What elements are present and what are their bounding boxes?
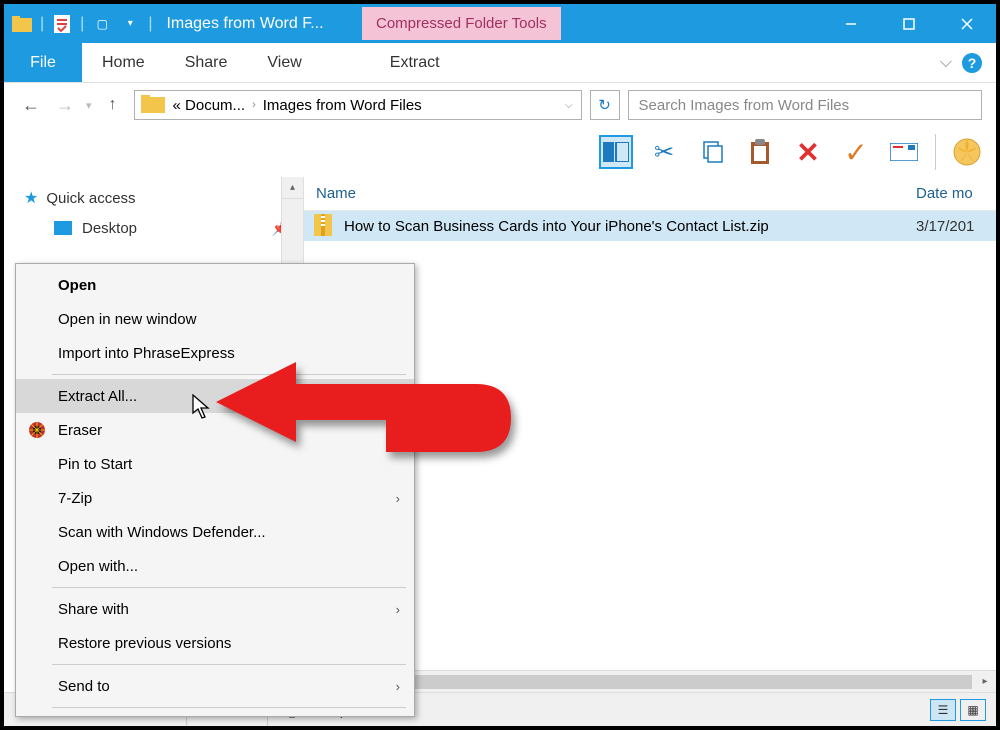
chevron-right-icon: › (396, 679, 400, 694)
file-row[interactable]: How to Scan Business Cards into Your iPh… (304, 211, 996, 241)
address-bar[interactable]: « Docum... › Images from Word Files ⌵ (134, 90, 582, 120)
context-menu-item-label: Share with (58, 601, 129, 618)
file-name: How to Scan Business Cards into Your iPh… (344, 218, 916, 235)
context-menu-item-label: Send to (58, 678, 110, 695)
desktop-label: Desktop (82, 220, 137, 237)
chevron-right-icon: › (396, 602, 400, 617)
context-menu-item[interactable]: Open (16, 268, 414, 302)
file-tab[interactable]: File (4, 43, 82, 82)
ribbon-collapse-icon[interactable]: ⌵ (940, 54, 952, 72)
nav-desktop[interactable]: Desktop 📌 (4, 213, 303, 243)
help-button[interactable]: ? (962, 53, 982, 73)
zip-icon (314, 214, 334, 238)
context-menu-separator (52, 707, 406, 708)
view-icons-button[interactable]: ▦ (960, 699, 986, 721)
quick-access-label: Quick access (46, 190, 135, 207)
mail-button[interactable] (887, 135, 921, 169)
preview-pane-button[interactable] (599, 135, 633, 169)
file-date: 3/17/201 (916, 218, 996, 235)
breadcrumb-current[interactable]: Images from Word Files (261, 97, 424, 114)
search-input[interactable]: Search Images from Word Files (628, 90, 982, 120)
close-button[interactable] (938, 4, 996, 43)
context-menu-item[interactable]: Send to › (16, 669, 414, 703)
tab-home[interactable]: Home (82, 43, 165, 82)
separator: | (40, 15, 44, 33)
context-menu-item[interactable]: Share with › (16, 592, 414, 626)
doc-icon[interactable] (52, 14, 72, 34)
minimize-button[interactable] (822, 4, 880, 43)
context-menu-item[interactable]: Open in new window (16, 302, 414, 336)
cut-button[interactable]: ✂ (647, 135, 681, 169)
hscroll-right[interactable]: ▸ (974, 671, 996, 693)
desktop-icon (54, 221, 72, 235)
address-dropdown-icon[interactable]: ⌵ (557, 100, 581, 111)
chevron-right-icon: › (396, 491, 400, 506)
tab-extract[interactable]: Extract (370, 43, 460, 82)
annotation-arrow (216, 362, 516, 482)
context-menu-item-label: Import into PhraseExpress (58, 345, 235, 362)
context-menu-item-label: Open (58, 277, 96, 294)
check-button[interactable]: ✓ (839, 135, 873, 169)
separator: | (80, 15, 84, 33)
qat-dropdown-icon[interactable]: ▾ (120, 14, 140, 34)
star-icon: ★ (24, 188, 38, 208)
eraser-icon (26, 419, 48, 441)
context-menu-item-label: 7-Zip (58, 490, 92, 507)
context-tab-label: Compressed Folder Tools (362, 7, 561, 40)
scroll-up-button[interactable]: ▴ (282, 177, 303, 199)
context-menu-item[interactable]: 7-Zip › (16, 481, 414, 515)
nav-back-button[interactable]: ← (18, 92, 44, 118)
maximize-button[interactable] (880, 4, 938, 43)
cursor-icon (192, 394, 212, 420)
delete-button[interactable]: ✕ (791, 135, 825, 169)
context-menu-item-label: Eraser (58, 422, 102, 439)
tab-share[interactable]: Share (165, 43, 248, 82)
column-date[interactable]: Date mo (916, 185, 996, 202)
separator: | (148, 15, 152, 33)
copy-button[interactable] (695, 135, 729, 169)
view-details-button[interactable]: ☰ (930, 699, 956, 721)
context-menu-item-label: Extract All... (58, 388, 137, 405)
context-menu-item-label: Open with... (58, 558, 138, 575)
toolbar-separator (935, 134, 936, 170)
refresh-button[interactable]: ↻ (590, 90, 620, 120)
window-title: Images from Word F... (160, 15, 329, 33)
context-menu-item[interactable]: Restore previous versions (16, 626, 414, 660)
shell-icon[interactable] (950, 135, 984, 169)
nav-quick-access[interactable]: ★ Quick access (4, 183, 303, 213)
column-name[interactable]: Name (304, 185, 916, 202)
paste-button[interactable] (743, 135, 777, 169)
context-menu-item[interactable]: Scan with Windows Defender... (16, 515, 414, 549)
folder-icon (12, 14, 32, 34)
tab-view[interactable]: View (247, 43, 321, 82)
context-menu: Open Open in new window Import into Phrase… (15, 263, 415, 717)
context-menu-item-label: Open in new window (58, 311, 196, 328)
chevron-icon[interactable]: › (247, 99, 261, 111)
context-menu-item-label: Restore previous versions (58, 635, 231, 652)
folder-icon (141, 95, 165, 115)
breadcrumb-documents[interactable]: « Docum... (171, 97, 248, 114)
nav-forward-button[interactable]: → (52, 92, 78, 118)
nav-up-button[interactable]: ↑ (100, 92, 126, 118)
new-icon[interactable]: ▢ (92, 14, 112, 34)
nav-history-dropdown[interactable]: ▾ (86, 99, 92, 112)
context-menu-item-label: Scan with Windows Defender... (58, 524, 266, 541)
context-menu-separator (52, 664, 406, 665)
hscroll-thumb[interactable] (328, 675, 972, 689)
context-menu-item[interactable]: Open with... (16, 549, 414, 583)
context-menu-item-label: Pin to Start (58, 456, 132, 473)
context-menu-separator (52, 587, 406, 588)
